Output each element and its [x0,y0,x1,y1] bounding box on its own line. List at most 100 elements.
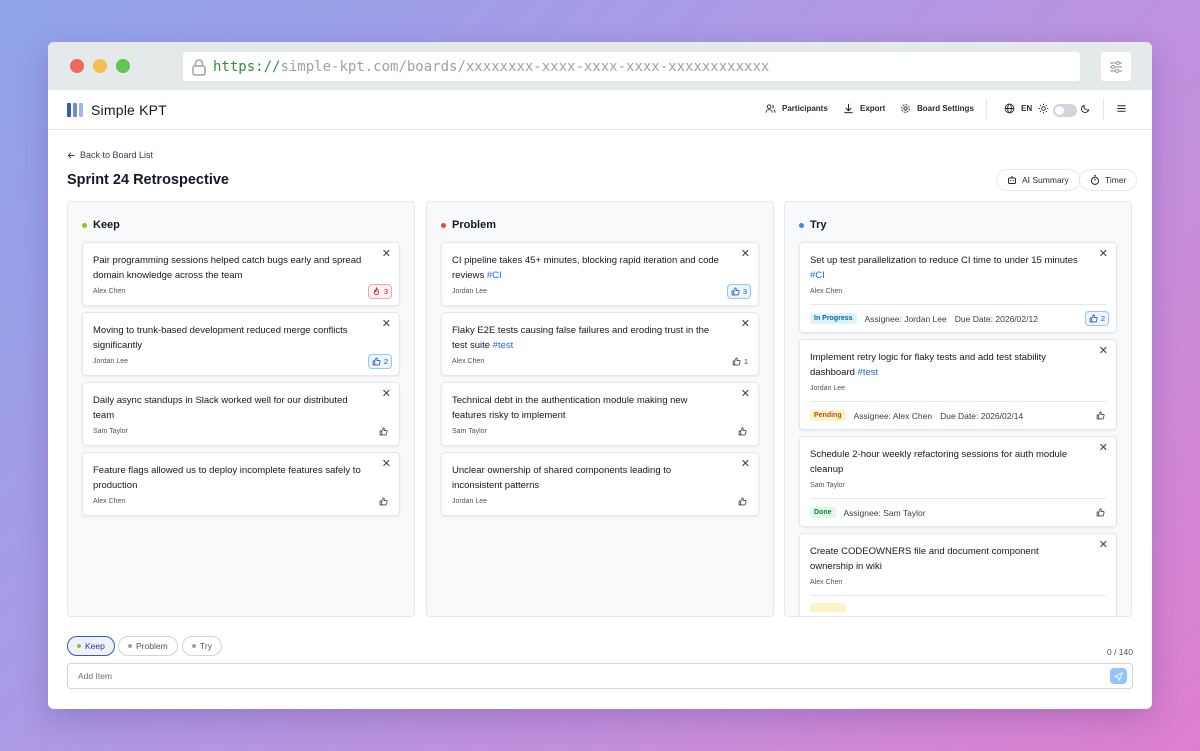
due-date: Due Date: 2026/02/12 [954,313,1038,324]
vote-button[interactable]: 3 [726,284,751,299]
hamburger-icon [1117,105,1126,112]
try-card[interactable]: Implement retry logic for flaky tests an… [799,339,1117,430]
problem-card[interactable]: CI pipeline takes 45+ minutes, blocking … [441,242,759,306]
try-dot-icon [192,644,196,648]
chip-keep[interactable]: Keep [67,636,115,656]
vote-button[interactable] [375,494,392,509]
delete-card-button[interactable]: ✕ [382,249,391,260]
address-bar[interactable]: https://simple-kpt.com/boards/xxxxxxxx-x… [183,52,1080,81]
delete-card-button[interactable]: ✕ [1099,346,1108,357]
delete-card-button[interactable]: ✕ [741,319,750,330]
card-tag[interactable]: #test [493,340,514,351]
vote-count: 1 [743,357,748,366]
delete-card-button[interactable]: ✕ [382,459,391,470]
sliders-icon [1110,60,1122,73]
browser-settings-button[interactable] [1101,52,1131,81]
vote-button[interactable] [734,424,751,439]
vote-count: 3 [742,287,747,296]
card-divider [810,401,1106,402]
try-column-header: Try [799,219,827,231]
participants-label: Participants [782,104,828,113]
moon-icon [1080,103,1091,114]
gear-icon [901,104,910,113]
ai-summary-label: AI Summary [1022,175,1069,185]
vote-button[interactable]: 3 [367,284,392,299]
browser-toolbar: https://simple-kpt.com/boards/xxxxxxxx-x… [48,42,1152,90]
card-text: Feature flags allowed us to deploy incom… [93,465,361,491]
problem-column-header: Problem [441,219,496,231]
problem-column: Problem CI pipeline takes 45+ minutes, b… [426,201,774,617]
add-item-field[interactable] [67,663,1133,689]
keep-card[interactable]: Feature flags allowed us to deploy incom… [82,452,400,516]
problem-card[interactable]: Flaky E2E tests causing false failures a… [441,312,759,376]
card-author: Sam Taylor [452,428,487,435]
vote-button[interactable]: 2 [1084,311,1109,326]
delete-card-button[interactable]: ✕ [382,319,391,330]
thumbs-up-icon [1096,411,1105,420]
board-settings-button[interactable]: Board Settings [900,103,974,114]
export-button[interactable]: Export [843,103,885,114]
problem-card[interactable]: Technical debt in the authentication mod… [441,382,759,446]
theme-toggle[interactable] [1053,104,1077,117]
card-text: Implement retry logic for flaky tests an… [810,350,1080,380]
status-badge[interactable]: Pending [810,410,846,421]
maximize-window-button[interactable] [116,59,130,73]
vote-button[interactable] [734,494,751,509]
app-header: Simple KPT Participants Export Board Set… [48,90,1152,130]
add-item-input[interactable] [78,664,1098,688]
language-button[interactable]: EN [1004,103,1032,114]
menu-button[interactable] [1116,103,1127,114]
delete-card-button[interactable]: ✕ [741,389,750,400]
browser-window: https://simple-kpt.com/boards/xxxxxxxx-x… [48,42,1152,709]
vote-button[interactable] [1092,505,1109,520]
status-badge[interactable]: Done [810,507,836,518]
keep-card[interactable]: Pair programming sessions helped catch b… [82,242,400,306]
delete-card-button[interactable]: ✕ [741,249,750,260]
vote-button[interactable]: 2 [367,354,392,369]
keep-card[interactable]: Daily async standups in Slack worked wel… [82,382,400,446]
try-card[interactable]: Set up test parallelization to reduce CI… [799,242,1117,333]
status-badge[interactable]: In Progress [810,313,857,324]
try-card[interactable]: Create CODEOWNERS file and document comp… [799,533,1117,616]
chip-problem[interactable]: Problem [118,636,178,656]
app-logo[interactable]: Simple KPT [67,102,167,118]
char-counter: 0 / 140 [1107,647,1133,657]
vote-button[interactable] [375,424,392,439]
assignee: Assignee: Jordan Lee [864,313,947,324]
vote-button[interactable]: 1 [729,354,751,369]
card-author: Alex Chen [810,288,843,295]
delete-card-button[interactable]: ✕ [1099,443,1108,454]
thumbs-up-icon [731,287,740,296]
thumbs-up-icon [372,357,381,366]
thumbs-up-icon [732,357,741,366]
card-tag[interactable]: #CI [487,270,502,281]
card-divider [810,595,1106,596]
minimize-window-button[interactable] [93,59,107,73]
try-dot-icon [799,222,804,228]
vote-button[interactable] [1092,408,1109,423]
keep-card[interactable]: Moving to trunk-based development reduce… [82,312,400,376]
keep-dot-icon [77,644,81,648]
card-tag[interactable]: #CI [810,270,825,281]
delete-card-button[interactable]: ✕ [741,459,750,470]
board-settings-label: Board Settings [917,104,974,113]
status-badge[interactable] [810,603,846,612]
send-button[interactable] [1110,668,1127,684]
delete-card-button[interactable]: ✕ [1099,249,1108,260]
stopwatch-icon [1090,175,1100,185]
back-link[interactable]: Back to Board List [67,150,153,160]
card-tag[interactable]: #test [858,367,879,378]
ai-summary-button[interactable]: AI Summary [996,169,1080,191]
timer-button[interactable]: Timer [1079,169,1138,191]
delete-card-button[interactable]: ✕ [1099,540,1108,551]
card-author: Sam Taylor [93,428,128,435]
globe-icon [1004,103,1015,114]
delete-card-button[interactable]: ✕ [382,389,391,400]
card-author: Jordan Lee [93,358,129,365]
try-card[interactable]: Schedule 2-hour weekly refactoring sessi… [799,436,1117,527]
problem-card[interactable]: Unclear ownership of shared components l… [441,452,759,516]
close-window-button[interactable] [70,59,84,73]
participants-button[interactable]: Participants [765,103,828,114]
chip-try[interactable]: Try [182,636,222,656]
users-icon [765,104,776,113]
